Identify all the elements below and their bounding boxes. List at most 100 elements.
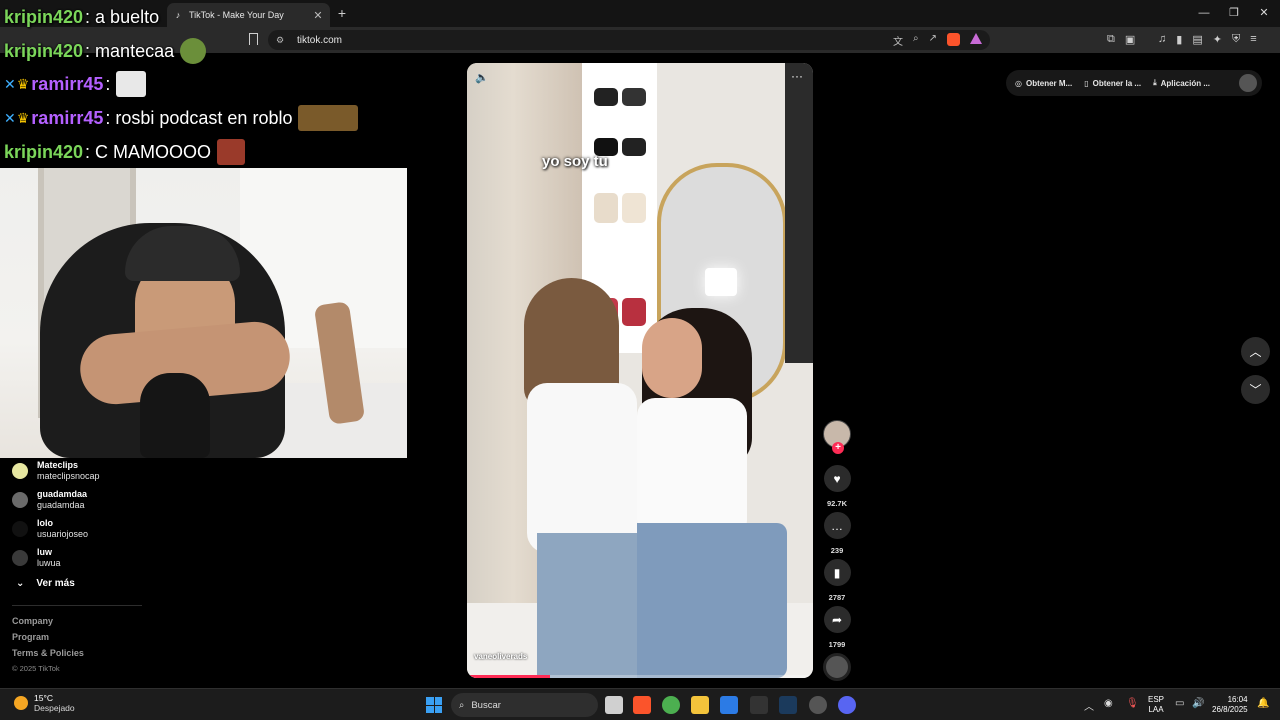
show-hidden-icons[interactable]: ︿ <box>1084 698 1094 713</box>
menu-icon[interactable]: ≡ <box>1250 33 1256 46</box>
sidebar-account[interactable]: luw luwua <box>12 547 61 569</box>
footer-link-company[interactable]: Company <box>12 616 53 626</box>
footer-link-program[interactable]: Program <box>12 632 49 642</box>
video-progress-bar[interactable] <box>467 675 813 678</box>
site-info-icon[interactable]: ⚙ <box>276 35 287 46</box>
language-code: ESP <box>1148 695 1165 704</box>
volume-tray-icon[interactable]: 🔊 <box>1192 698 1204 709</box>
volume-icon[interactable]: 🔈 <box>475 71 489 84</box>
chat-text: : mantecaa <box>85 40 175 61</box>
chat-text: : rosbi podcast en roblo <box>105 107 293 128</box>
chat-message: ✕ ♛ ramirr45 : rosbi podcast en roblo <box>4 105 359 131</box>
discord-tray-icon[interactable]: ◉ <box>1104 698 1113 709</box>
extensions-icon[interactable]: ⧉ <box>1107 33 1115 46</box>
comment-count: 239 <box>830 546 844 555</box>
comment-icon[interactable]: … <box>823 512 851 539</box>
chat-username: kripin420 <box>4 141 84 162</box>
chat-text: : C MAMOOOO <box>85 141 212 162</box>
shoe <box>622 138 646 156</box>
share-icon[interactable]: ↗ <box>929 33 937 48</box>
search-icon: ⌕ <box>459 699 465 711</box>
sidebar-account[interactable]: lolo usuariojoseo <box>12 518 88 540</box>
music-disc-icon[interactable] <box>823 653 851 681</box>
notification-icon[interactable]: 🔔 <box>1257 698 1269 709</box>
windows-start-icon[interactable] <box>426 697 442 713</box>
minimize-button[interactable]: — <box>1194 5 1214 21</box>
media-icon[interactable]: ♫ <box>1158 33 1166 46</box>
previous-video-button[interactable]: ︿ <box>1241 337 1270 366</box>
network-icon[interactable]: ▭ <box>1175 698 1184 709</box>
obs-icon[interactable] <box>809 696 827 714</box>
language-indicator[interactable]: ESP LAA <box>1148 695 1164 715</box>
video-player[interactable]: yo soy tu 🔈 ··· vaneoliverads <box>467 63 813 678</box>
face-emote-icon <box>217 139 246 165</box>
epic-games-icon[interactable] <box>750 696 768 714</box>
store-icon[interactable] <box>720 696 738 714</box>
creator-avatar[interactable]: + <box>823 420 851 454</box>
video-girl-top <box>527 383 637 553</box>
tab-title: TikTok - Make Your Day <box>189 10 284 20</box>
sidebar-icon[interactable]: ▮ <box>1176 33 1182 46</box>
footer-link-terms[interactable]: Terms & Policies <box>12 648 84 658</box>
save-action[interactable]: ▮ 2787 <box>821 559 853 602</box>
bookmark-icon[interactable] <box>249 33 258 45</box>
like-action[interactable]: ♥ 92.7K <box>821 465 853 508</box>
chevron-down-icon: ⌄ <box>16 578 25 589</box>
share-arrow-icon[interactable]: ➦ <box>823 606 851 633</box>
phone-icon: ▯ <box>1084 78 1089 88</box>
taskbar-search[interactable]: ⌕ Buscar <box>451 693 598 717</box>
translate-icon[interactable]: 文 <box>893 33 903 48</box>
video-closet-right <box>785 63 813 363</box>
video-author-handle[interactable]: vaneoliverads <box>474 652 527 661</box>
wallet-icon[interactable]: ▤ <box>1192 33 1202 46</box>
sidebar-account[interactable]: Mateclips mateclipsnocap <box>12 460 100 482</box>
leo-ai-icon[interactable]: ✦ <box>1213 33 1222 46</box>
system-clock[interactable]: 16:04 26/8/2025 <box>1212 695 1248 715</box>
account-handle: guadamdaa <box>37 500 85 510</box>
vpn-icon[interactable]: ⛨ <box>1232 33 1240 46</box>
share-action[interactable]: ➦ 1799 <box>821 606 853 649</box>
new-tab-button[interactable]: + <box>334 5 350 21</box>
restore-button[interactable]: ❐ <box>1224 5 1244 21</box>
see-more-button[interactable]: ⌄ Ver más <box>16 578 75 589</box>
chat-text: : a buelto <box>85 7 160 27</box>
tab-tiktok[interactable]: ♪ TikTok - Make Your Day ✕ <box>167 3 330 27</box>
image-emote-icon <box>116 71 147 97</box>
get-app-button[interactable]: ▯ Obtener la ... <box>1084 79 1141 88</box>
shoe <box>622 88 646 106</box>
account-name: guadamdaa <box>37 489 88 499</box>
file-explorer-icon[interactable] <box>691 696 709 714</box>
task-view-icon[interactable] <box>605 696 623 714</box>
profile-avatar[interactable] <box>1239 74 1257 92</box>
comment-action[interactable]: … 239 <box>821 512 853 555</box>
desktop-app-button[interactable]: ⤓ Aplicación ... <box>1153 78 1210 88</box>
heart-icon[interactable]: ♥ <box>823 465 851 492</box>
chat-username: kripin420 <box>4 40 84 61</box>
tab-close-icon[interactable]: ✕ <box>312 9 324 22</box>
next-video-button[interactable]: ﹀ <box>1241 375 1270 404</box>
account-handle: luwua <box>37 558 61 568</box>
brave-shields-icon[interactable] <box>947 33 960 46</box>
close-window-button[interactable]: ✕ <box>1254 5 1274 21</box>
sidebar-account[interactable]: guadamdaa guadamdaa <box>12 489 87 511</box>
discord-icon[interactable] <box>838 696 856 714</box>
zoom-icon[interactable]: ⌕ <box>913 33 919 48</box>
brave-rewards-icon[interactable] <box>970 33 982 44</box>
mic-tray-icon[interactable]: 🎙 <box>1126 698 1139 709</box>
weather-widget[interactable]: 15°C Despejado <box>14 693 75 713</box>
microphone <box>140 373 210 458</box>
bookmark-save-icon[interactable]: ▮ <box>823 559 851 586</box>
more-options-icon[interactable]: ··· <box>791 69 803 83</box>
follow-plus-icon[interactable]: + <box>832 442 844 454</box>
address-bar[interactable]: ⚙ tiktok.com 文 ⌕ ↗ <box>268 30 990 50</box>
video-woman-face <box>642 318 702 398</box>
chat-username: ramirr45 <box>31 107 104 128</box>
get-app-label: Obtener la ... <box>1092 78 1142 88</box>
steam-icon[interactable] <box>779 696 797 714</box>
screenshot-icon[interactable]: ▣ <box>1125 33 1135 46</box>
get-coins-button[interactable]: ◎ Obtener M... <box>1015 79 1072 88</box>
weather-sun-icon <box>14 696 28 710</box>
brave-taskbar-icon[interactable] <box>633 696 651 714</box>
chrome-taskbar-icon[interactable] <box>662 696 680 714</box>
video-caption: yo soy tu <box>542 153 608 170</box>
